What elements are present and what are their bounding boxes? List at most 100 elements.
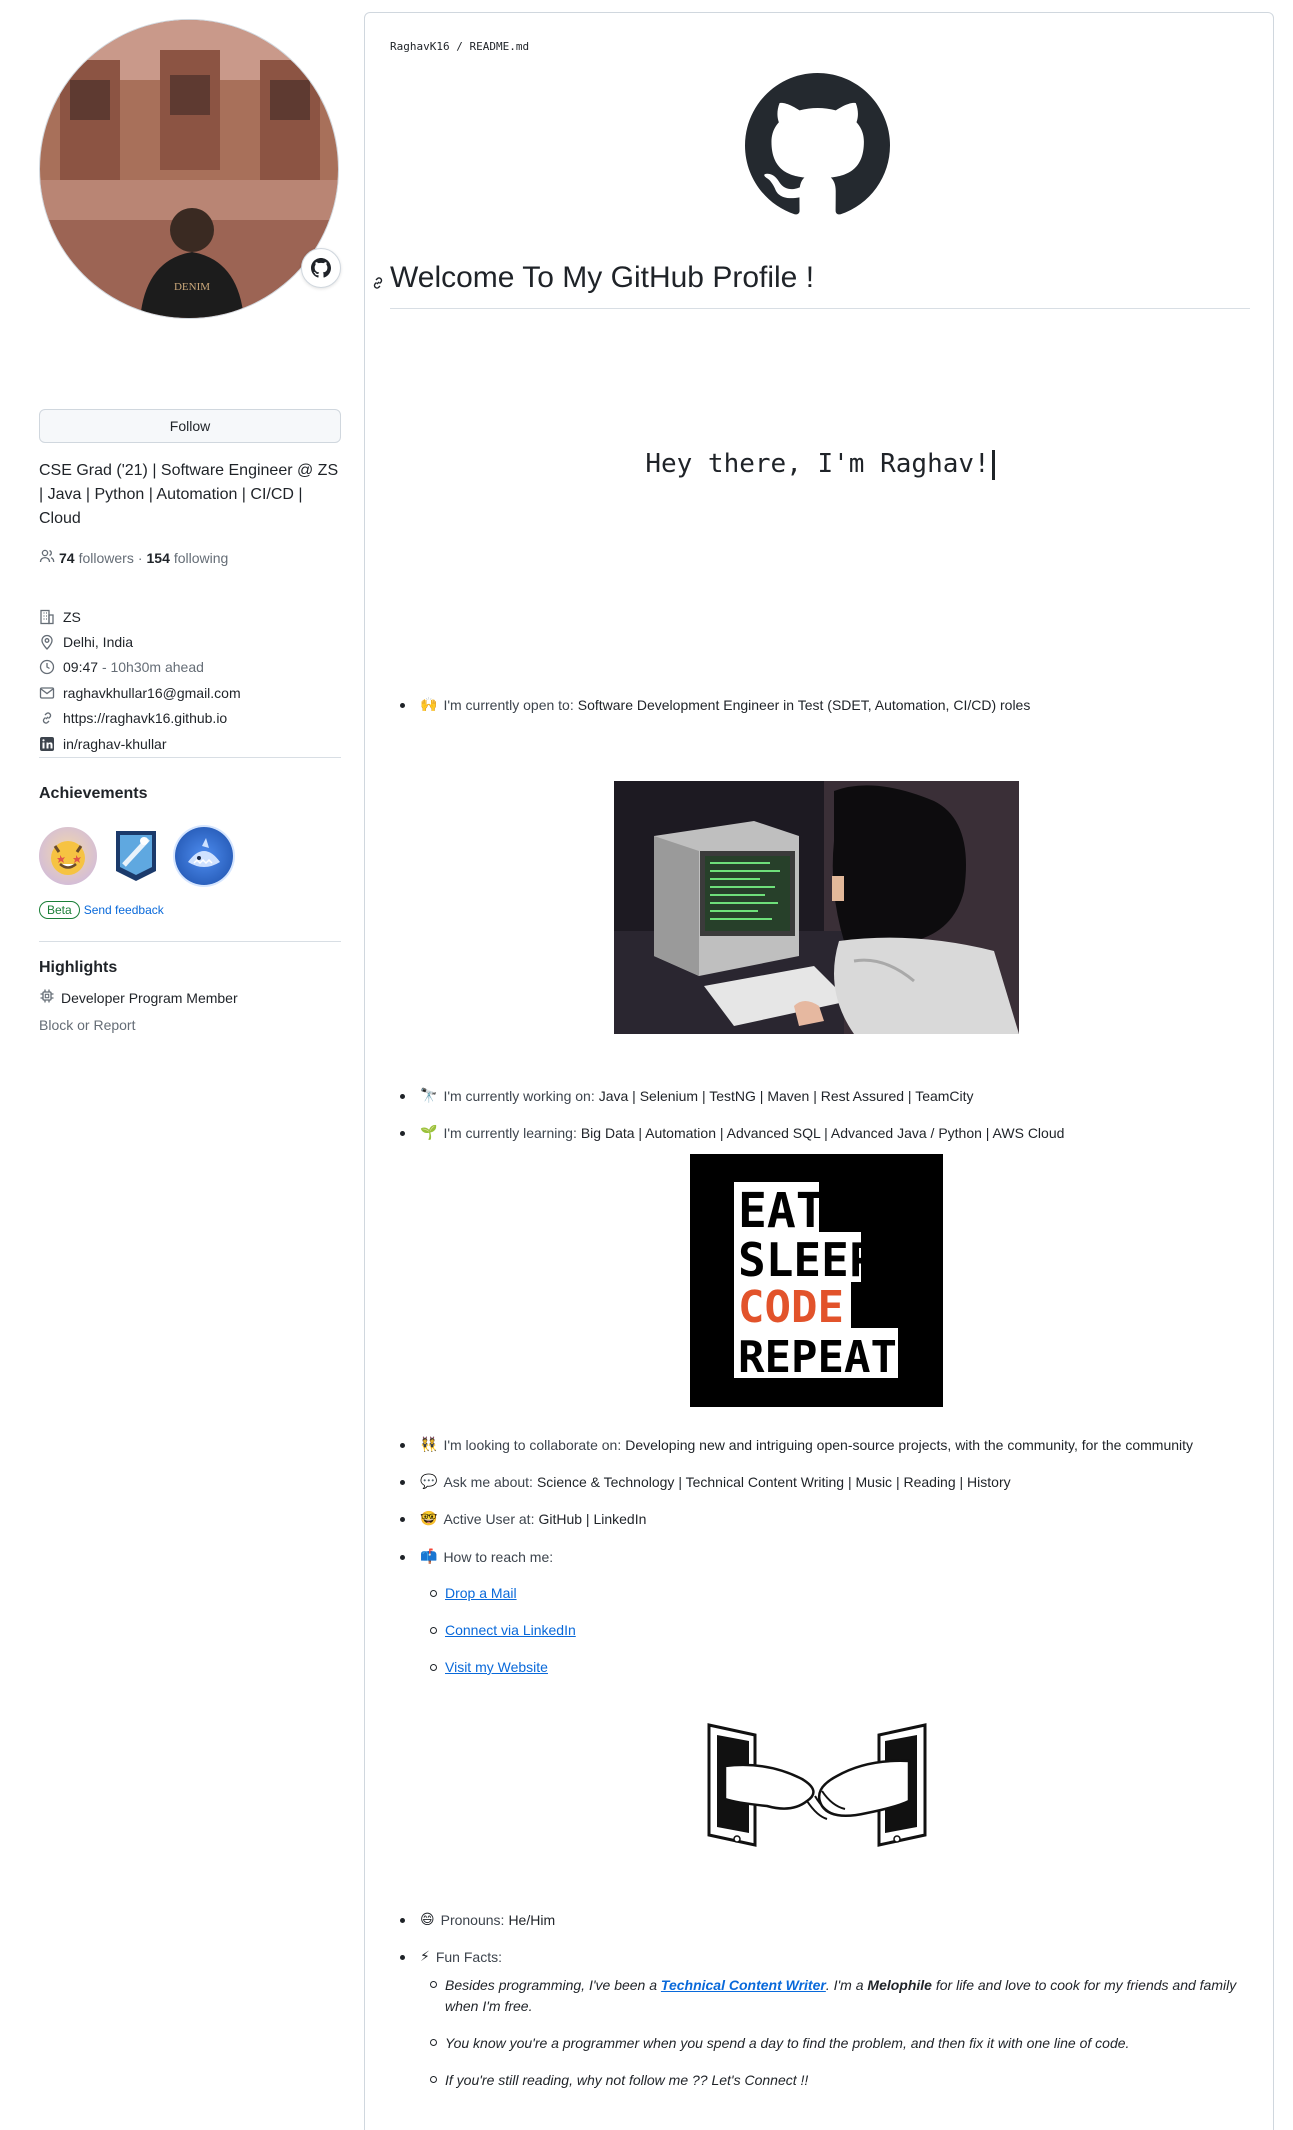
bullet (400, 1555, 405, 1560)
bullet (400, 1918, 405, 1923)
following-label[interactable]: following (174, 550, 228, 566)
list-item-reach-me: 📫 How to reach me: (400, 1548, 557, 1565)
fun-fact-2: You know you're a programmer when you sp… (430, 2033, 1245, 2054)
highlight-developer-program: Developer Program Member (39, 988, 238, 1007)
profile-details: ZS Delhi, India 09:47 - 10h30m ahead rag… (39, 604, 342, 756)
achievements-list (39, 827, 233, 885)
list-item-active-user: 🤓 Active User at: GitHub | LinkedIn (400, 1510, 647, 1527)
followers-count[interactable]: 74 (59, 550, 75, 566)
mail-icon (39, 685, 55, 701)
sub-bullet (430, 1664, 437, 1671)
follow-button[interactable]: Follow (39, 409, 341, 443)
location-text: Delhi, India (63, 634, 134, 651)
link-icon (39, 710, 55, 726)
list-value: Java | Selenium | TestNG | Maven | Rest … (598, 1087, 974, 1104)
github-mark-icon (745, 73, 890, 215)
telescope-icon: 🔭 (420, 1087, 438, 1103)
sub-bullet (430, 2076, 437, 2083)
list-item-open-to: 🙌 I'm currently open to: Software Develo… (400, 696, 1031, 713)
list-label: I'm currently learning: (443, 1124, 577, 1141)
sub-item-website: Visit my Website (430, 1659, 548, 1675)
list-value: Software Development Engineer in Test (S… (577, 696, 1031, 713)
bullet (400, 1131, 405, 1136)
website-link[interactable]: https://raghavk16.github.io (63, 710, 227, 726)
email-link[interactable]: raghavkhullar16@gmail.com (63, 685, 241, 701)
achievements-title[interactable]: Achievements (39, 785, 148, 803)
sub-bullet (430, 1590, 437, 1597)
avatar[interactable]: DENIM (39, 19, 339, 319)
fact-text: If you're still reading, why not follow … (445, 2072, 809, 2088)
sub-bullet (430, 1981, 437, 1988)
raising-hands-icon: 🙌 (420, 696, 438, 712)
code-text: CODE (738, 1282, 844, 1333)
readme-breadcrumb[interactable]: RaghavK16 / README.md (390, 40, 529, 53)
fact-bold: Melophile (867, 1977, 932, 1993)
send-feedback-link[interactable]: Send feedback (84, 903, 164, 917)
list-label: Pronouns: (440, 1911, 505, 1928)
follows-separator: · (137, 549, 143, 566)
detail-company: ZS (39, 604, 342, 629)
starstruck-icon (51, 841, 85, 875)
building-icon (39, 609, 55, 625)
typing-text: Hey there, I'm Raghav! (645, 449, 990, 479)
list-item-fun-facts: ⚡ Fun Facts: (400, 1948, 506, 1965)
detail-location: Delhi, India (39, 629, 342, 654)
linkedin-icon (39, 736, 55, 752)
shark-icon (188, 838, 220, 867)
smile-icon: 😄 (420, 1911, 435, 1927)
lightning-icon: ⚡ (420, 1948, 430, 1964)
list-value: Science & Technology | Technical Content… (536, 1473, 1011, 1490)
achievement-starstruck[interactable] (39, 827, 97, 885)
follows-row: 74 followers · 154 following (39, 548, 228, 567)
list-value: GitHub | LinkedIn (538, 1510, 647, 1527)
connect-linkedin-link[interactable]: Connect via LinkedIn (445, 1622, 576, 1638)
cpu-icon (39, 988, 55, 1007)
eat-sleep-code-repeat-image: EAT SLEEP CODE REPEAT (690, 1154, 943, 1407)
beta-badge: Beta (39, 901, 80, 919)
list-item-pronouns: 😄 Pronouns: He/Him (400, 1911, 555, 1928)
speech-bubble-icon: 💬 (420, 1473, 438, 1489)
clock-icon (39, 659, 55, 675)
bullet (400, 1517, 405, 1522)
sidebar-divider (39, 941, 341, 942)
people-icon (39, 548, 55, 567)
achievements-feedback-row: Beta Send feedback (39, 901, 164, 919)
drop-a-mail-link[interactable]: Drop a Mail (445, 1585, 517, 1601)
location-icon (39, 634, 55, 650)
nerd-face-icon: 🤓 (420, 1510, 438, 1526)
profile-sidebar: DENIM Follow CSE Grad ('21) | Software E… (39, 19, 342, 1033)
list-value: Big Data | Automation | Advanced SQL | A… (580, 1124, 1065, 1141)
anchor-link-icon[interactable] (370, 275, 386, 296)
linkedin-link[interactable]: in/raghav-khullar (63, 736, 167, 752)
bullet (400, 1094, 405, 1099)
achievement-yolo-shark[interactable] (175, 827, 233, 885)
bullet (400, 1955, 405, 1960)
readme-panel: RaghavK16 / README.md Welcome To My GitH… (364, 12, 1274, 2130)
typing-svg: Hey there, I'm Raghav! (365, 449, 1275, 480)
sleep-text: SLEEP (738, 1233, 876, 1287)
github-logo-image (745, 73, 890, 223)
repeat-text: REPEAT (738, 1332, 897, 1383)
readme-heading: Welcome To My GitHub Profile ! (373, 253, 1250, 309)
fun-fact-3: If you're still reading, why not follow … (430, 2070, 1245, 2091)
local-time: 09:47 (63, 659, 99, 676)
highlight-label: Developer Program Member (61, 989, 238, 1006)
octocat-icon (311, 258, 331, 278)
status-emoji-button[interactable] (301, 248, 341, 288)
seedling-icon: 🌱 (420, 1124, 438, 1140)
bullet (400, 1480, 405, 1485)
time-offset: - 10h30m ahead (101, 659, 204, 676)
visit-website-link[interactable]: Visit my Website (445, 1659, 548, 1675)
detail-linkedin: in/raghav-khullar (39, 731, 342, 756)
achievement-quickdraw[interactable] (107, 827, 165, 885)
technical-content-writer-link[interactable]: Technical Content Writer (661, 1977, 826, 1993)
detail-time: 09:47 - 10h30m ahead (39, 655, 342, 680)
company-name: ZS (63, 608, 81, 625)
list-label: How to reach me: (443, 1548, 554, 1565)
block-or-report-link[interactable]: Block or Report (39, 1017, 135, 1033)
list-label: Fun Facts: (435, 1948, 502, 1965)
sub-bullet (430, 2039, 437, 2046)
followers-label[interactable]: followers (79, 550, 134, 566)
following-count[interactable]: 154 (147, 550, 170, 566)
bullet (400, 1443, 405, 1448)
